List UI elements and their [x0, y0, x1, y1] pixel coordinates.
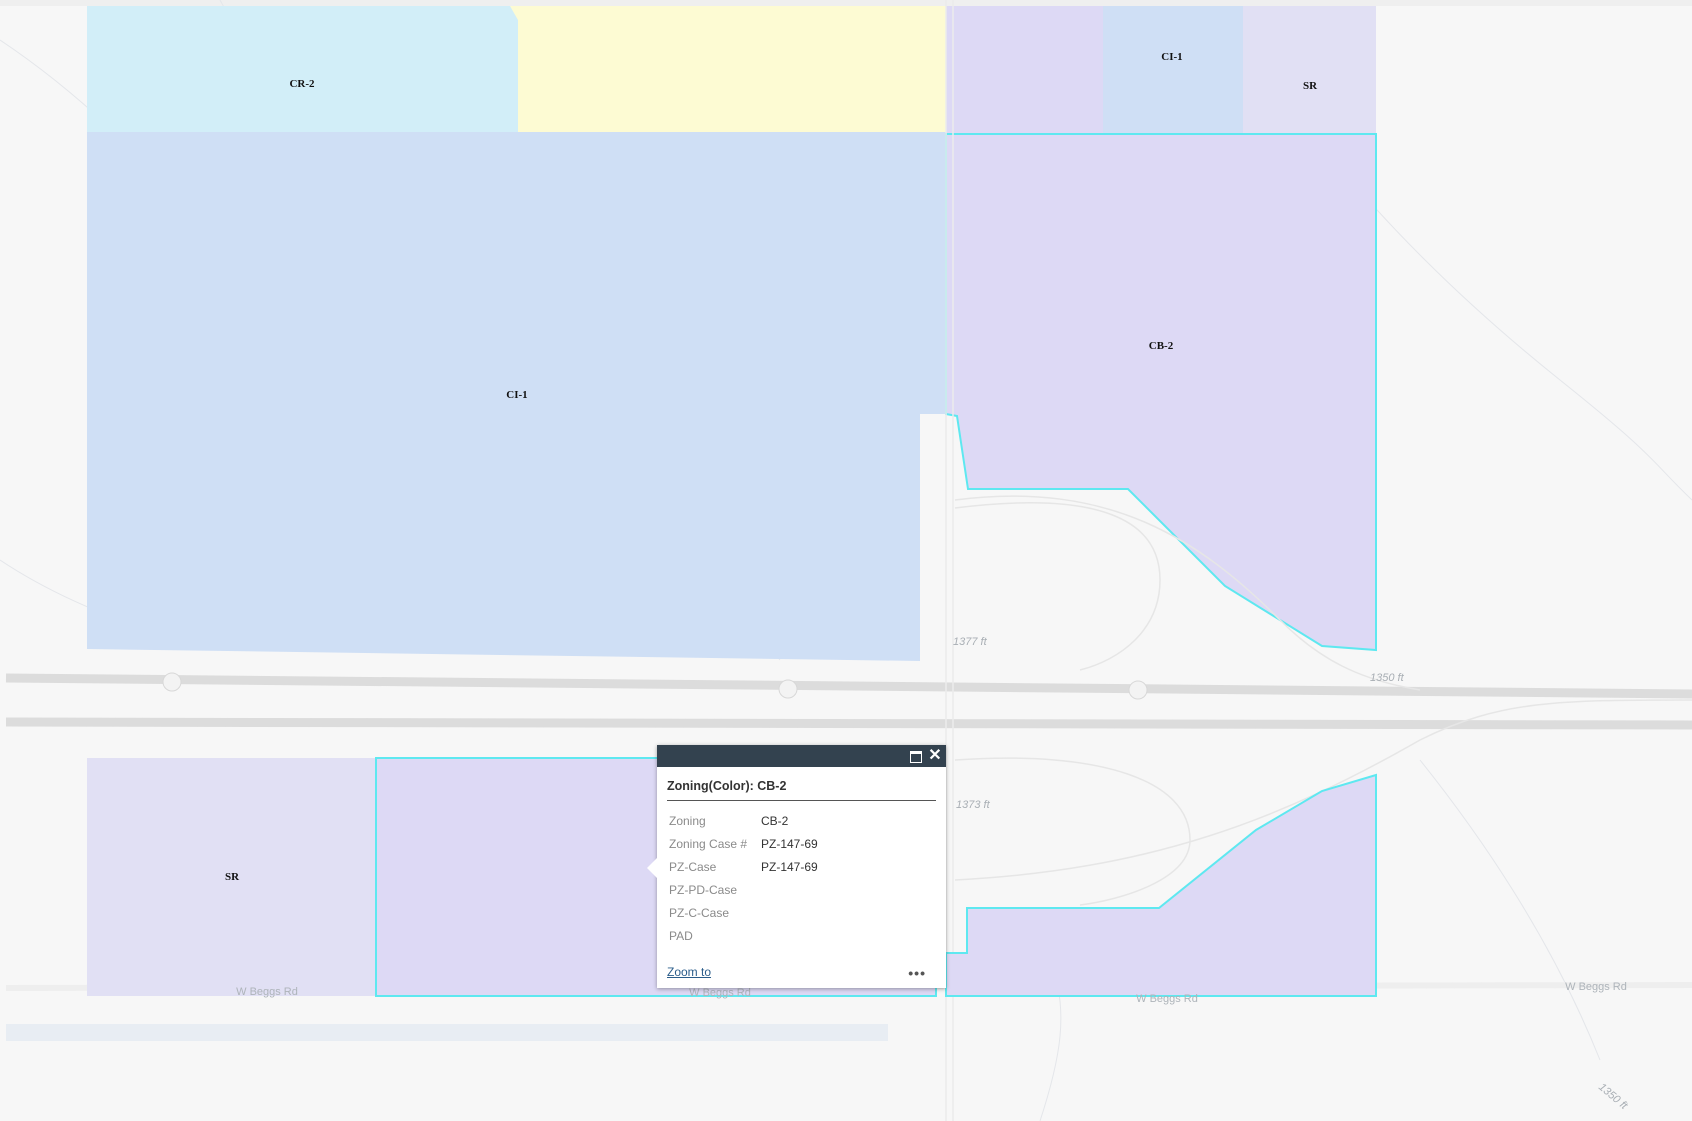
road-label-beggs-center: W Beggs Rd	[689, 987, 751, 999]
popup-pointer	[647, 858, 657, 878]
feature-popup: ✕ Zoning(Color): CB-2 Zoning CB-2 Zoning…	[647, 745, 946, 988]
zone-cr2-north	[87, 6, 518, 132]
attribute-row: PAD	[667, 924, 818, 947]
attribute-value	[761, 901, 818, 924]
attribute-key: PZ-Case	[669, 859, 717, 874]
zone-label-ci1-northeast: CI-1	[1161, 51, 1182, 63]
canal-strip	[6, 1024, 888, 1041]
zone-label-sr-south: SR	[225, 871, 240, 883]
attribute-row: Zoning CB-2	[667, 809, 818, 832]
map-view[interactable]: CR-2 CI-1 SR CB-2 CI-1 SR W Beggs Rd W B…	[0, 0, 1692, 1121]
popup-footer: Zoom to •••	[667, 965, 936, 983]
road-label-beggs-far-east: W Beggs Rd	[1565, 981, 1627, 993]
attribute-table: Zoning CB-2 Zoning Case # PZ-147-69 PZ-C…	[667, 809, 818, 947]
elevation-label-1377: 1377 ft	[953, 636, 988, 648]
attribute-key: Zoning	[669, 813, 706, 828]
elevation-label-1373: 1373 ft	[956, 799, 991, 811]
zone-label-cb2-north: CB-2	[1149, 340, 1174, 352]
attribute-row: PZ-C-Case	[667, 901, 818, 924]
zone-cb2-north-strip	[946, 6, 1103, 134]
attribute-key: PZ-C-Case	[669, 905, 730, 920]
interstate-shield-icon	[1128, 680, 1148, 700]
top-edge-band	[0, 0, 1692, 6]
interstate-shield-icon	[162, 672, 182, 692]
attribute-value: PZ-147-69	[761, 836, 818, 851]
elevation-label-1350: 1350 ft	[1370, 672, 1405, 684]
close-icon[interactable]: ✕	[927, 748, 943, 764]
interstate-shield-icon	[778, 679, 798, 699]
zone-sr-northeast	[1243, 6, 1376, 134]
attribute-value: CB-2	[761, 813, 789, 828]
popup-header: ✕	[657, 745, 946, 767]
more-options-icon[interactable]: •••	[908, 965, 926, 981]
maximize-icon[interactable]	[908, 748, 924, 764]
attribute-value: PZ-147-69	[761, 859, 818, 874]
zone-label-sr-northeast: SR	[1303, 80, 1318, 92]
attribute-row: Zoning Case # PZ-147-69	[667, 832, 818, 855]
zone-yellow-north	[510, 6, 946, 134]
attribute-key: Zoning Case #	[669, 836, 748, 851]
attribute-row: PZ-Case PZ-147-69	[667, 855, 818, 878]
attribute-value	[761, 878, 818, 901]
attribute-row: PZ-PD-Case	[667, 878, 818, 901]
zone-label-ci1-main: CI-1	[506, 389, 527, 401]
zone-label-cr2-north: CR-2	[289, 78, 315, 90]
attribute-key: PAD	[669, 928, 693, 943]
zoom-to-link[interactable]: Zoom to	[667, 965, 711, 979]
road-label-beggs-west: W Beggs Rd	[236, 986, 298, 998]
road-label-beggs-east: W Beggs Rd	[1136, 993, 1198, 1005]
zone-ci1-northeast	[1103, 6, 1243, 134]
attribute-value	[761, 924, 818, 947]
popup-title: Zoning(Color): CB-2	[667, 779, 936, 801]
attribute-key: PZ-PD-Case	[669, 882, 738, 897]
